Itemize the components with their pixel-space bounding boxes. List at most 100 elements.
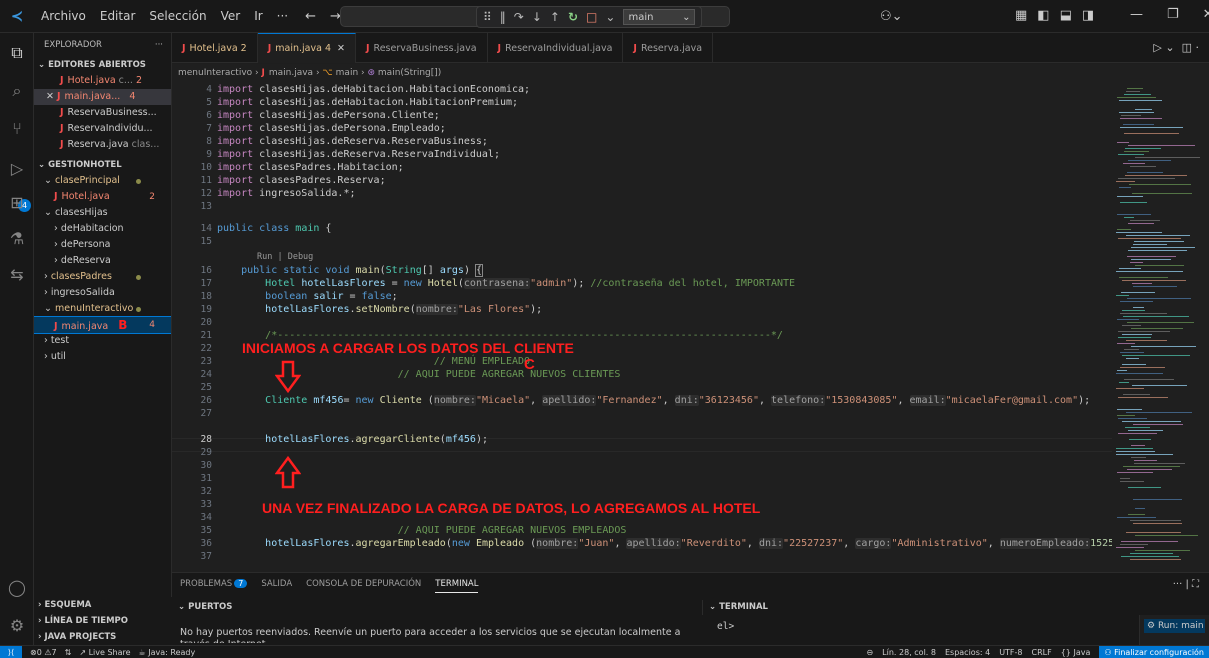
run-debug-icon[interactable]: ▷: [0, 159, 34, 178]
timeline-section[interactable]: › LÍNEA DE TIEMPO: [34, 613, 172, 629]
end-of-line[interactable]: CRLF: [1032, 648, 1052, 657]
menu-more[interactable]: ···: [270, 9, 295, 23]
tree-folder-dereserva[interactable]: › deReserva: [34, 253, 171, 269]
tab-output[interactable]: SALIDA: [261, 579, 292, 593]
settings-gear-icon[interactable]: ⚙: [0, 616, 34, 635]
menu-ir[interactable]: Ir: [247, 9, 269, 23]
code-editor[interactable]: 4 5 6 7 8 9 10 11 12 13 14 15 16 17 18 19 20 21 22 23 24 25 26…: [172, 82, 1112, 572]
tree-folder-test[interactable]: › test: [34, 333, 171, 349]
outline-section[interactable]: › ESQUEMA: [34, 597, 172, 613]
minimap[interactable]: [1112, 82, 1209, 572]
accounts-icon[interactable]: ◯: [0, 578, 34, 597]
tab-hotel[interactable]: J Hotel.java 2: [172, 33, 258, 63]
tab-reservabusiness[interactable]: J ReservaBusiness.java: [356, 33, 488, 63]
toggle-panel-icon[interactable]: ⬓: [1060, 8, 1072, 23]
tree-file-main[interactable]: Jmain.java B 4: [34, 316, 171, 334]
maximize-panel-icon[interactable]: ⛶: [1192, 579, 1199, 590]
chevron-down-icon[interactable]: ⌄: [605, 10, 615, 24]
minimap-line: [1117, 97, 1156, 98]
step-over-icon[interactable]: ↷: [514, 10, 524, 24]
line-number: 23: [200, 356, 212, 367]
remote-explorer-icon[interactable]: ⇆: [0, 265, 34, 284]
tree-folder-dehabitacion[interactable]: › deHabitacion: [34, 221, 171, 237]
launch-config-select[interactable]: main ⌄: [623, 9, 696, 25]
explorer-more-button[interactable]: ···: [155, 40, 163, 50]
language-mode[interactable]: {} Java: [1061, 648, 1091, 657]
more-icon[interactable]: ···: [1173, 579, 1183, 590]
ports-section[interactable]: ⌄ PUERTOS: [172, 600, 702, 615]
tree-folder-depersona[interactable]: › dePersona: [34, 237, 171, 253]
tree-folder-menuinteractivo[interactable]: ⌄ menuInteractivo: [34, 301, 171, 317]
toggle-sidebar-icon[interactable]: ◧: [1037, 8, 1049, 23]
explorer-icon[interactable]: ⧉: [0, 43, 34, 63]
tree-folder-claseprincipal[interactable]: ⌄ clasePrincipal: [34, 173, 171, 189]
tree-folder-ingresosalida[interactable]: › ingresoSalida: [34, 285, 171, 301]
project-section[interactable]: ⌄ GESTIONHOTEL: [34, 157, 171, 173]
tree-folder-claseshijas[interactable]: ⌄ clasesHijas: [34, 205, 171, 221]
restart-icon[interactable]: ↻: [568, 10, 578, 24]
terminal-section[interactable]: ⌄ TERMINAL: [702, 600, 1122, 615]
terminal-prompt[interactable]: el>: [717, 621, 734, 632]
open-editors-section[interactable]: ⌄ EDITORES ABIERTOS: [34, 57, 171, 73]
java-projects-section[interactable]: › JAVA PROJECTS: [34, 629, 172, 645]
live-share-status[interactable]: ↗ Live Share: [79, 648, 130, 657]
codelens-run-debug[interactable]: Run | Debug: [257, 252, 313, 262]
breadcrumb-method[interactable]: main(String[]): [378, 68, 441, 78]
tab-debug-console[interactable]: CONSOLA DE DEPURACIÓN: [306, 579, 421, 593]
java-status[interactable]: ☕ Java: Ready: [139, 648, 196, 657]
breadcrumb-folder[interactable]: menuInteractivo: [178, 68, 252, 78]
stop-icon[interactable]: □: [586, 10, 597, 24]
menu-editar[interactable]: Editar: [93, 9, 143, 23]
copilot-icon[interactable]: ⚇⌄: [880, 9, 903, 24]
cursor-position[interactable]: Lín. 28, col. 8: [882, 648, 936, 657]
tree-folder-util[interactable]: › util: [34, 349, 171, 365]
tree-file-hotel[interactable]: J Hotel.java 2: [34, 189, 171, 205]
extensions-icon[interactable]: ⊞: [0, 193, 34, 212]
tab-problems[interactable]: PROBLEMAS 7: [180, 579, 248, 593]
split-editor-icon[interactable]: ◫: [1182, 41, 1192, 54]
testing-icon[interactable]: ⚗: [0, 229, 34, 248]
line-number: 28: [200, 434, 212, 445]
minimize-icon[interactable]: —: [1130, 7, 1143, 22]
more-actions-icon[interactable]: ·: [1196, 41, 1200, 54]
tab-terminal[interactable]: TERMINAL: [435, 579, 479, 593]
encoding[interactable]: UTF-8: [999, 648, 1022, 657]
menu-seleccion[interactable]: Selección: [142, 9, 213, 23]
pause-icon[interactable]: ‖: [500, 10, 506, 24]
open-editor-reservabusiness[interactable]: J ReservaBusiness...: [34, 105, 171, 121]
toggle-secondary-sidebar-icon[interactable]: ◨: [1082, 8, 1094, 23]
tab-main[interactable]: Jmain.java 4 ✕: [257, 33, 356, 63]
open-editors-label: EDITORES ABIERTOS: [48, 60, 146, 70]
back-arrow-icon[interactable]: ←: [305, 9, 316, 24]
breadcrumb-file[interactable]: main.java: [269, 68, 313, 78]
line-number: 17: [200, 278, 212, 289]
close-icon[interactable]: ✕: [337, 43, 345, 54]
open-editor-reserva[interactable]: J Reserva.java clas...: [34, 137, 171, 153]
open-editor-reservaindividual[interactable]: J ReservaIndividu...: [34, 121, 171, 137]
zoom-icon[interactable]: ⊖: [866, 648, 873, 657]
step-out-icon[interactable]: ↑: [550, 10, 560, 24]
step-into-icon[interactable]: ↓: [532, 10, 542, 24]
tree-folder-clasespadres[interactable]: › clasesPadres: [34, 269, 171, 285]
menu-ver[interactable]: Ver: [214, 9, 248, 23]
remote-icon[interactable]: ⟩⟨: [0, 646, 22, 658]
customize-layout-icon[interactable]: ▦: [1015, 8, 1027, 23]
close-icon[interactable]: ✕: [46, 91, 54, 102]
ports-forward-icon[interactable]: ⇅: [65, 648, 72, 657]
finish-setup-button[interactable]: ⚇ Finalizar configuración: [1099, 646, 1209, 658]
terminal-run-main[interactable]: ⚙ Run: main: [1144, 619, 1205, 633]
search-icon[interactable]: ⌕: [0, 81, 34, 101]
menu-archivo[interactable]: Archivo: [34, 9, 93, 23]
breadcrumb-class[interactable]: main: [336, 68, 359, 78]
open-editor-hotel[interactable]: J Hotel.java c... 2: [34, 73, 171, 89]
problems-status[interactable]: ⊗0 ⚠7: [30, 648, 57, 657]
tab-reserva[interactable]: J Reserva.java: [623, 33, 714, 63]
drag-handle-icon[interactable]: ⠿: [483, 10, 492, 24]
close-icon[interactable]: ✕: [1203, 7, 1209, 22]
indentation[interactable]: Espacios: 4: [945, 648, 990, 657]
restore-icon[interactable]: ❐: [1167, 7, 1179, 22]
open-editor-main[interactable]: ✕ Jmain.java... 4: [34, 89, 171, 105]
tab-reservaindividual[interactable]: J ReservaIndividual.java: [488, 33, 624, 63]
run-icon[interactable]: ▷ ⌄: [1153, 41, 1174, 54]
source-control-icon[interactable]: ⑂: [0, 119, 34, 138]
